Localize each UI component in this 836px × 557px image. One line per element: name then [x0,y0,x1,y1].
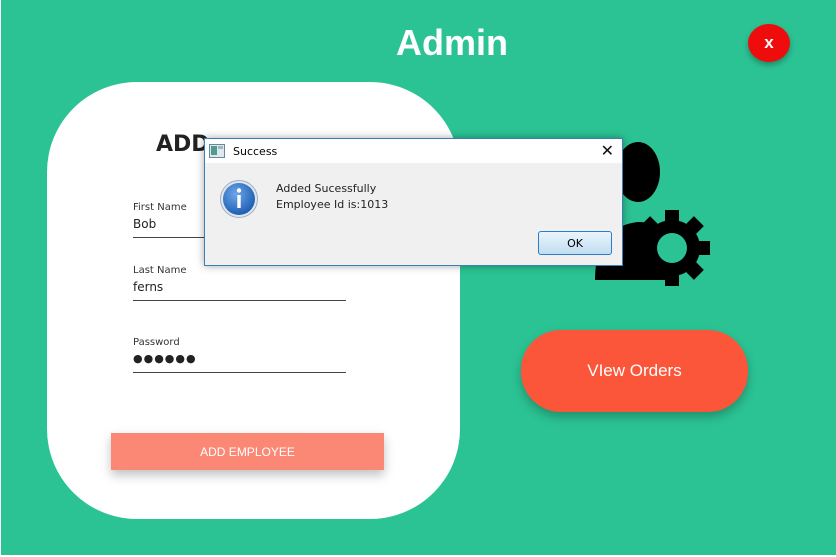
last-name-input[interactable]: ferns [133,280,346,301]
password-label: Password [133,337,180,348]
java-window-icon [209,144,225,158]
success-dialog: Success ✕ Added Sucessfully Employee Id … [204,138,623,266]
dialog-titlebar[interactable]: Success ✕ [205,139,622,163]
dialog-close-icon[interactable]: ✕ [601,142,614,160]
last-name-label: Last Name [133,265,187,276]
close-button[interactable]: x [748,24,790,62]
dialog-title: Success [233,144,278,158]
info-icon [220,180,258,218]
dialog-message: Added Sucessfully Employee Id is:1013 [276,181,388,213]
ok-button[interactable]: OK [538,231,612,255]
dialog-message-line2: Employee Id is:1013 [276,198,389,211]
form-title: ADD [156,132,210,157]
page-title: Admin [396,22,508,63]
dialog-message-line1: Added Sucessfully [276,182,377,195]
add-employee-button[interactable]: ADD EMPLOYEE [111,433,384,470]
password-input[interactable]: ●●●●●● [133,352,346,373]
view-orders-button[interactable]: VIew Orders [521,330,748,412]
password-field[interactable]: Password ●●●●●● [133,337,346,373]
last-name-field[interactable]: Last Name ferns [133,265,346,301]
